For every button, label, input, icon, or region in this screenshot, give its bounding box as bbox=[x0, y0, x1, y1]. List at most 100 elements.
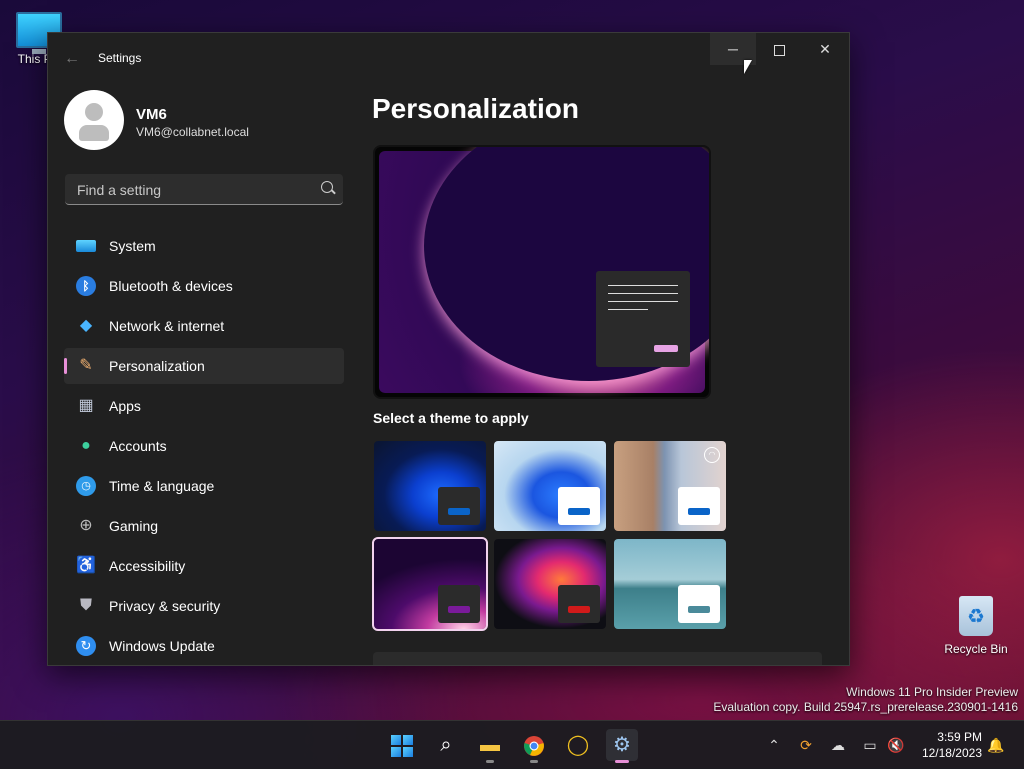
sidebar-item-label: Accounts bbox=[109, 438, 167, 454]
theme-flow[interactable] bbox=[614, 539, 726, 629]
sidebar-item-label: Apps bbox=[109, 398, 141, 414]
sidebar-item-accessibility[interactable]: ♿ Accessibility bbox=[64, 548, 344, 584]
theme-captured-motion[interactable] bbox=[494, 539, 606, 629]
avatar-body bbox=[79, 125, 109, 141]
sidebar-item-bluetooth[interactable]: ᛒ Bluetooth & devices bbox=[64, 268, 344, 304]
globe-clock-icon: ◷ bbox=[76, 476, 96, 496]
wifi-icon: ◆ bbox=[79, 317, 93, 334]
title-bar[interactable]: ← Settings ─ ✕ bbox=[48, 33, 849, 83]
theme-mini-window bbox=[558, 585, 600, 623]
settings-taskbar-button[interactable]: ⚙ bbox=[606, 729, 638, 763]
running-indicator bbox=[530, 760, 538, 763]
folder-icon: ▬ bbox=[480, 734, 500, 756]
evaluation-watermark: Windows 11 Pro Insider Preview Evaluatio… bbox=[713, 685, 1018, 715]
sidebar-item-apps[interactable]: ▦ Apps bbox=[64, 388, 344, 424]
sidebar-item-label: Windows Update bbox=[109, 638, 215, 654]
theme-accent-bar bbox=[448, 606, 470, 613]
watermark-line-1: Windows 11 Pro Insider Preview bbox=[846, 685, 1018, 699]
preview-text-line bbox=[608, 309, 648, 310]
brush-icon: ✎ bbox=[79, 357, 93, 374]
theme-spotlight[interactable]: ◠ bbox=[614, 441, 726, 531]
taskbar-clock[interactable]: 3:59 PM 12/18/2023 bbox=[912, 729, 982, 761]
theme-mini-window bbox=[678, 487, 720, 525]
user-name: VM6 bbox=[136, 106, 167, 123]
notifications-button[interactable]: 🔔 bbox=[986, 735, 1006, 755]
sidebar-item-label: Gaming bbox=[109, 518, 159, 534]
bell-icon: 🔔 bbox=[987, 737, 1005, 753]
running-indicator bbox=[486, 760, 494, 763]
cloud-off-icon: ☁ bbox=[831, 737, 845, 753]
sidebar-item-system[interactable]: System bbox=[64, 228, 344, 264]
sidebar-item-time-language[interactable]: ◷ Time & language bbox=[64, 468, 344, 504]
mouse-cursor-icon bbox=[744, 60, 752, 74]
sidebar-item-label: Time & language bbox=[109, 478, 215, 494]
theme-mini-window bbox=[678, 585, 720, 623]
watermark-line-2: Evaluation copy. Build 25947.rs_prerelea… bbox=[713, 700, 1018, 714]
sidebar-item-label: Privacy & security bbox=[109, 598, 221, 614]
sidebar-item-personalization[interactable]: ✎ Personalization bbox=[64, 348, 344, 384]
search-input[interactable] bbox=[75, 174, 309, 205]
settings-window: ← Settings ─ ✕ VM6 VM6@collabnet.local S… bbox=[47, 32, 850, 666]
theme-mini-window bbox=[558, 487, 600, 525]
search-icon[interactable] bbox=[321, 181, 333, 193]
search-icon: ⌕ bbox=[440, 734, 452, 756]
theme-mini-window bbox=[438, 585, 480, 623]
close-icon: ✕ bbox=[819, 41, 831, 57]
file-explorer-button[interactable]: ▬ bbox=[474, 729, 506, 763]
theme-mini-window bbox=[438, 487, 480, 525]
spotlight-badge-icon: ◠ bbox=[704, 447, 720, 463]
sidebar-nav: System ᛒ Bluetooth & devices ◆ Network &… bbox=[64, 228, 344, 665]
chrome-button[interactable] bbox=[518, 729, 550, 763]
theme-windows-light[interactable] bbox=[494, 441, 606, 531]
avatar-head bbox=[85, 103, 103, 121]
back-button[interactable]: ← bbox=[62, 49, 82, 69]
close-button[interactable]: ✕ bbox=[802, 33, 848, 65]
themes-heading: Select a theme to apply bbox=[373, 410, 529, 426]
sidebar-item-label: Bluetooth & devices bbox=[109, 278, 233, 294]
taskbar: ⌕ ▬ ◯ ⚙ ⌃ ⟳ ☁ ▭ 🔇 3:59 PM 12/18/2023 🔔 bbox=[0, 720, 1024, 769]
theme-glow[interactable] bbox=[372, 537, 488, 631]
shield-icon: ⛊ bbox=[79, 597, 92, 614]
app-title: Settings bbox=[98, 51, 142, 65]
sidebar-item-accounts[interactable]: ● Accounts bbox=[64, 428, 344, 464]
sidebar-item-gaming[interactable]: ⊕ Gaming bbox=[64, 508, 344, 544]
preview-window-sample bbox=[596, 271, 690, 367]
preview-text-line bbox=[608, 293, 678, 294]
accessibility-icon: ♿ bbox=[76, 557, 96, 574]
sync-icon: ⟳ bbox=[800, 737, 812, 753]
sidebar-item-windows-update[interactable]: ↻ Windows Update bbox=[64, 628, 344, 664]
theme-windows-dark[interactable] bbox=[374, 441, 486, 531]
taskbar-search-button[interactable]: ⌕ bbox=[430, 729, 462, 761]
apps-icon: ▦ bbox=[78, 397, 94, 414]
preview-text-line bbox=[608, 285, 678, 286]
volume-tray-button[interactable]: 🔇 bbox=[886, 735, 906, 755]
maximize-button[interactable] bbox=[756, 33, 802, 65]
avatar[interactable] bbox=[64, 90, 124, 150]
gamepad-icon: ⊕ bbox=[79, 517, 93, 534]
gear-icon: ⚙ bbox=[613, 734, 631, 756]
person-icon: ● bbox=[81, 437, 91, 454]
user-email: VM6@collabnet.local bbox=[136, 125, 249, 139]
clock-time: 3:59 PM bbox=[937, 730, 982, 744]
sidebar-item-network[interactable]: ◆ Network & internet bbox=[64, 308, 344, 344]
network-tray-button[interactable]: ▭ bbox=[860, 735, 880, 755]
show-hidden-icons-button[interactable]: ⌃ bbox=[764, 735, 784, 755]
bluetooth-icon: ᛒ bbox=[76, 276, 96, 296]
windows-logo-icon bbox=[391, 734, 413, 757]
theme-accent-bar bbox=[568, 606, 590, 613]
maximize-icon bbox=[773, 44, 785, 56]
settings-card[interactable] bbox=[373, 652, 822, 665]
theme-accent-bar bbox=[568, 508, 590, 515]
ring-app-button[interactable]: ◯ bbox=[562, 729, 594, 761]
preview-accent-button bbox=[654, 345, 678, 352]
search-box[interactable] bbox=[65, 174, 343, 205]
recycle-bin-desktop-icon[interactable]: Recycle Bin bbox=[936, 596, 1016, 656]
update-icon: ↻ bbox=[76, 636, 96, 656]
onedrive-tray-button[interactable]: ☁ bbox=[828, 735, 848, 755]
sync-tray-button[interactable]: ⟳ bbox=[796, 735, 816, 755]
start-button[interactable] bbox=[386, 729, 418, 761]
theme-preview bbox=[373, 145, 711, 399]
system-icon bbox=[76, 240, 96, 252]
sidebar-item-privacy[interactable]: ⛊ Privacy & security bbox=[64, 588, 344, 624]
sidebar-item-label: Network & internet bbox=[109, 318, 225, 334]
